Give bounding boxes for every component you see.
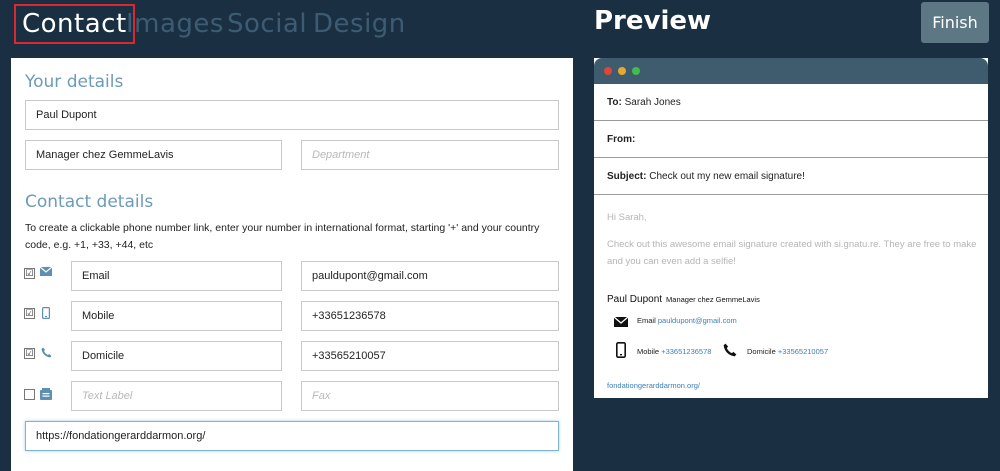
contact-form-panel: Your details Contact details To create a… xyxy=(11,58,573,471)
window-bar xyxy=(594,58,988,84)
mobile-label-input[interactable] xyxy=(71,301,282,331)
envelope-icon xyxy=(39,266,53,279)
signature-mobile-icon xyxy=(616,342,626,363)
subject-label: Subject: xyxy=(607,171,647,182)
contact-details-title: Contact details xyxy=(25,192,154,212)
job-title-input[interactable] xyxy=(25,140,282,170)
fax-icon xyxy=(39,388,53,400)
close-dot-icon xyxy=(604,67,612,75)
department-input[interactable] xyxy=(301,140,559,170)
fax-checkbox[interactable] xyxy=(24,389,35,400)
to-label: To: xyxy=(607,97,622,108)
mobile-checkbox[interactable]: ☑ xyxy=(24,308,35,319)
signature-mobile-label: Mobile xyxy=(637,347,660,356)
greeting-text: Hi Sarah, xyxy=(607,212,647,223)
signature-mobile-link[interactable]: +33651236578 xyxy=(661,347,711,356)
tab-design[interactable]: Design xyxy=(313,4,406,44)
fax-value-input[interactable] xyxy=(301,381,559,411)
signature-website-link[interactable]: fondationgerarddarmon.org/ xyxy=(607,381,700,390)
signature-domicile-label: Domicile xyxy=(747,347,776,356)
signature-mobile-line: Mobile +33651236578 xyxy=(637,347,711,356)
subject-value: Check out my new email signature! xyxy=(649,171,805,182)
from-row: From: xyxy=(594,121,988,158)
subject-row: Subject: Check out my new email signatur… xyxy=(594,158,988,195)
to-value: Sarah Jones xyxy=(624,97,681,108)
signature-domicile-line: Domicile +33565210057 xyxy=(747,347,828,356)
email-preview-panel: To: Sarah Jones From: Subject: Check out… xyxy=(594,58,988,398)
from-label: From: xyxy=(607,134,636,145)
help-text: To create a clickable phone number link,… xyxy=(25,222,540,251)
phone-icon xyxy=(39,347,53,359)
website-input[interactable] xyxy=(25,421,559,451)
signature-email-line: Email pauldupont@gmail.com xyxy=(637,316,737,325)
tab-images[interactable]: Images xyxy=(126,4,224,44)
signature-name: Paul Dupont Manager chez GemmeLavis xyxy=(607,294,760,305)
domicile-value-input[interactable] xyxy=(301,341,559,371)
preview-title: Preview xyxy=(594,6,712,36)
signature-phone-icon xyxy=(723,343,737,362)
minimize-dot-icon xyxy=(618,67,626,75)
finish-button[interactable]: Finish xyxy=(921,2,989,43)
domicile-label-input[interactable] xyxy=(71,341,282,371)
signature-domicile-link[interactable]: +33565210057 xyxy=(778,347,828,356)
maximize-dot-icon xyxy=(632,67,640,75)
tab-social[interactable]: Social xyxy=(227,4,307,44)
name-input[interactable] xyxy=(25,100,559,130)
domicile-checkbox[interactable]: ☑ xyxy=(24,348,35,359)
signature-email-link[interactable]: pauldupont@gmail.com xyxy=(658,316,737,325)
mobile-icon xyxy=(39,307,53,320)
mobile-value-input[interactable] xyxy=(301,301,559,331)
fax-label-input[interactable] xyxy=(71,381,282,411)
message-text: Check out this awesome email signature c… xyxy=(607,239,977,267)
tab-contact[interactable]: Contact xyxy=(14,4,135,44)
signature-email-label: Email xyxy=(637,316,656,325)
signature-envelope-icon xyxy=(613,314,629,332)
signature-role: Manager chez GemmeLavis xyxy=(666,295,760,304)
signature-name-text: Paul Dupont xyxy=(607,294,663,305)
email-checkbox[interactable]: ☑ xyxy=(24,268,35,279)
email-value-input[interactable] xyxy=(301,261,559,291)
email-label-input[interactable] xyxy=(71,261,282,291)
your-details-title: Your details xyxy=(25,72,124,92)
to-row: To: Sarah Jones xyxy=(594,84,988,121)
